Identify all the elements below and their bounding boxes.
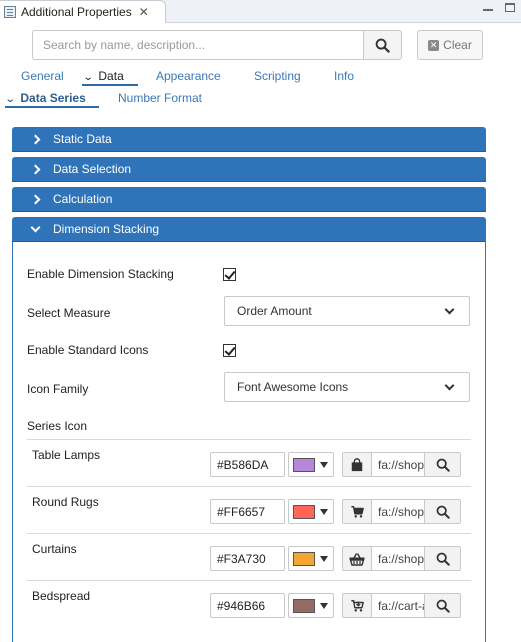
series-icon-input[interactable]: fa://shopping-basket (371, 546, 425, 571)
enable-dimension-stacking-checkbox[interactable] (223, 268, 236, 281)
color-swatch (293, 599, 315, 613)
section-data-selection[interactable]: Data Selection (12, 157, 486, 182)
color-swatch (293, 458, 315, 472)
color-swatch (293, 505, 315, 519)
icon-family-dropdown[interactable]: Font Awesome Icons (224, 372, 470, 402)
series-icon-input[interactable]: fa://shopping-bag (371, 452, 425, 477)
active-subtab-indicator (5, 106, 99, 108)
chevron-down-icon (444, 380, 455, 391)
series-icon-search-button[interactable] (424, 452, 461, 477)
series-row-curtains: Curtains #F3A730 fa://shopping-basket (27, 533, 471, 580)
tab-data-series[interactable]: ⌄ Data Series (4, 91, 86, 105)
shopping-cart-icon (350, 505, 364, 518)
search-icon (436, 505, 450, 519)
shopping-basket-icon (349, 552, 365, 566)
search-icon (436, 552, 450, 566)
series-color-hex-input[interactable]: #946B66 (210, 593, 285, 618)
series-icon-search-button[interactable] (424, 593, 461, 618)
tab-info[interactable]: Info (334, 69, 354, 83)
section-static-data[interactable]: Static Data (12, 127, 486, 152)
select-measure-label: Select Measure (27, 306, 111, 320)
series-row-round-rugs: Round Rugs #FF6657 fa://shopping-cart (27, 486, 471, 533)
clear-icon: ✕ (428, 39, 440, 51)
search-bar (32, 30, 402, 60)
view-title: Additional Properties (21, 5, 132, 19)
search-icon (436, 458, 450, 472)
view-tab[interactable]: Additional Properties ✕ (0, 0, 166, 23)
series-color-picker[interactable] (288, 499, 334, 524)
enable-standard-icons-label: Enable Standard Icons (27, 343, 149, 357)
chevron-right-icon (30, 194, 41, 204)
close-icon[interactable]: ✕ (139, 5, 149, 19)
properties-icon (4, 6, 16, 18)
series-color-picker[interactable] (288, 593, 334, 618)
search-icon (436, 599, 450, 613)
active-tab-indicator (82, 84, 138, 86)
icon-family-value: Font Awesome Icons (237, 380, 349, 394)
series-row-bedspread: Bedspread #946B66 fa://cart-arrow-down (27, 580, 471, 627)
minimize-icon[interactable] (483, 9, 493, 11)
color-swatch (293, 552, 315, 566)
chevron-right-icon (30, 134, 41, 144)
series-icon-preview (342, 546, 372, 571)
section-calculation[interactable]: Calculation (12, 187, 486, 212)
view-header: Additional Properties ✕ (0, 0, 521, 23)
tab-general[interactable]: General (21, 69, 64, 83)
caret-down-icon (320, 556, 328, 562)
search-icon (375, 38, 390, 53)
clear-button[interactable]: ✕ Clear (417, 30, 483, 60)
chevron-right-icon (30, 164, 41, 174)
series-color-picker[interactable] (288, 452, 334, 477)
series-color-hex-input[interactable]: #F3A730 (210, 546, 285, 571)
chevron-down-icon: ⌄ (82, 72, 94, 83)
tab-data-label: Data (98, 69, 124, 83)
chevron-down-icon: ⌄ (4, 94, 16, 105)
tab-scripting[interactable]: Scripting (254, 69, 301, 83)
tab-data-series-label: Data Series (20, 91, 86, 105)
chevron-down-icon (30, 222, 41, 232)
tab-number-format[interactable]: Number Format (118, 91, 202, 105)
section-label: Data Selection (53, 162, 132, 176)
caret-down-icon (320, 509, 328, 515)
tab-data[interactable]: ⌄ Data (82, 69, 124, 83)
series-color-hex-input[interactable]: #FF6657 (210, 499, 285, 524)
enable-standard-icons-checkbox[interactable] (223, 344, 236, 357)
section-label: Calculation (53, 192, 113, 206)
series-name: Round Rugs (32, 495, 99, 509)
series-name: Curtains (32, 542, 77, 556)
tab-appearance[interactable]: Appearance (156, 69, 221, 83)
caret-down-icon (320, 462, 328, 468)
series-icon-input[interactable]: fa://cart-arrow-down (371, 593, 425, 618)
series-color-picker[interactable] (288, 546, 334, 571)
shopping-bag-icon (351, 457, 363, 471)
measure-value: Order Amount (237, 304, 312, 318)
series-color-hex-input[interactable]: #B586DA (210, 452, 285, 477)
cart-arrow-down-icon (350, 599, 364, 612)
enable-dimension-stacking-label: Enable Dimension Stacking (27, 267, 174, 281)
window-controls (483, 3, 515, 12)
chevron-down-icon (444, 304, 455, 315)
main-tabs: General ⌄ Data Appearance Scripting Info (0, 69, 521, 87)
series-icon-preview (342, 499, 372, 524)
series-name: Table Lamps (32, 448, 101, 462)
section-label: Dimension Stacking (53, 222, 160, 236)
series-icon-search-button[interactable] (424, 499, 461, 524)
series-row-table-lamps: Table Lamps #B586DA fa://shopping-bag (27, 439, 471, 486)
series-icon-search-button[interactable] (424, 546, 461, 571)
section-dimension-stacking[interactable]: Dimension Stacking (12, 217, 486, 242)
series-name: Bedspread (32, 589, 91, 603)
search-input[interactable] (32, 30, 364, 60)
clear-label: Clear (443, 38, 472, 52)
caret-down-icon (320, 603, 328, 609)
search-button[interactable] (364, 30, 402, 60)
series-icon-label: Series Icon (27, 419, 88, 433)
section-label: Static Data (53, 132, 112, 146)
series-icon-input[interactable]: fa://shopping-cart (371, 499, 425, 524)
measure-dropdown[interactable]: Order Amount (224, 296, 470, 326)
series-icon-preview (342, 452, 372, 477)
maximize-icon[interactable] (505, 3, 515, 12)
series-icon-preview (342, 593, 372, 618)
icon-family-label: Icon Family (27, 382, 89, 396)
